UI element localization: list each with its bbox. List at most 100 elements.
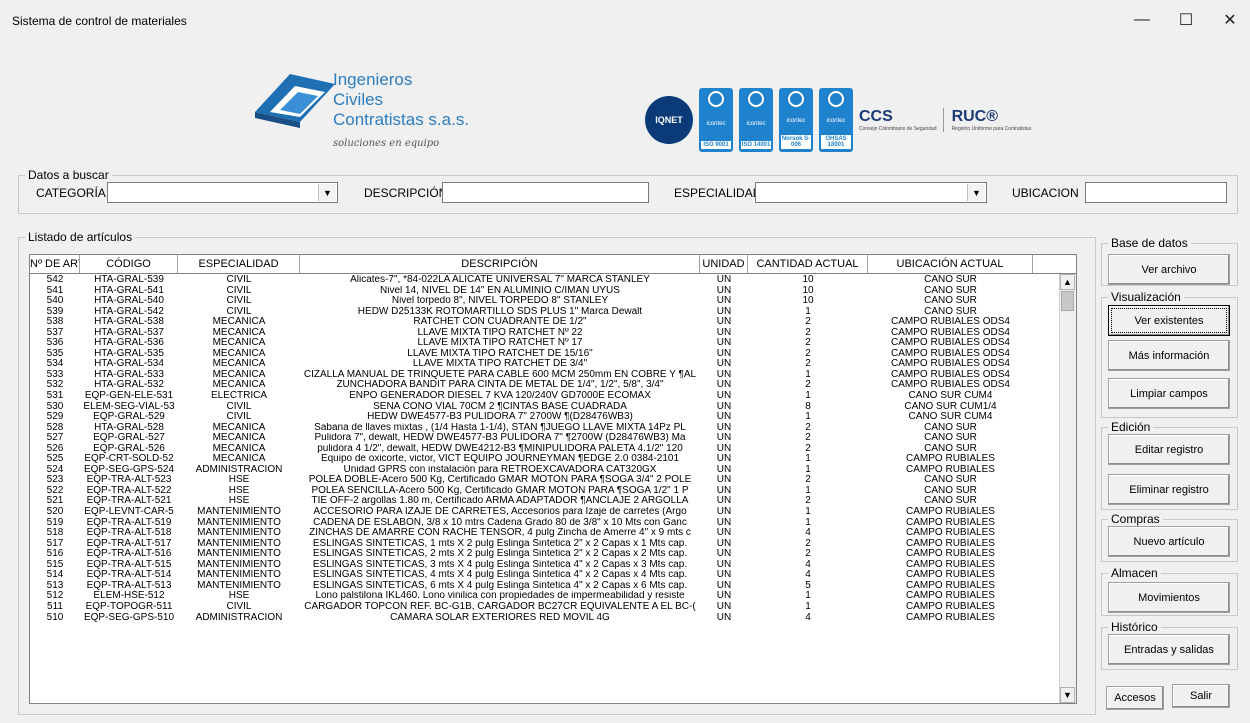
table-row[interactable]: 519 EQP-TRA-ALT-519 MANTENIMIENTO CADENA DE… (30, 518, 1076, 529)
table-row[interactable]: 527 EQP-GRAL-527 MECÁNICA Pulidora 7", dewa… (30, 433, 1076, 444)
cell-codigo: HTA-GRAL-533 (94, 369, 164, 380)
cell-num: 524 (46, 464, 64, 475)
cell-unidad: UN (716, 391, 732, 402)
table-row[interactable]: 533 HTA-GRAL-533 MECÁNICA CIZALLA MANUAL DE… (30, 370, 1076, 381)
categoria-combo[interactable]: ▼ (107, 182, 338, 203)
table-row[interactable]: 529 EQP-GRAL-529 CIVIL HEDW DWE4577-B3 PULI… (30, 412, 1076, 423)
cell-ubicacion: CAMPO RUBIALES (906, 559, 995, 570)
salir-button[interactable]: Salir (1172, 684, 1230, 708)
cell-num: 520 (46, 507, 64, 518)
col-header-num[interactable]: Nº DE ART (30, 255, 80, 273)
cell-codigo: EQP-SEG-GPS-510 (83, 612, 175, 623)
accesos-button[interactable]: Accesos (1106, 686, 1164, 710)
col-header-unidad[interactable]: UNIDAD (700, 255, 748, 273)
entradas-salidas-button[interactable]: Entradas y salidas (1108, 634, 1230, 665)
cell-codigo: HTA-GRAL-535 (94, 348, 164, 359)
chevron-down-icon[interactable]: ▼ (318, 184, 336, 201)
cell-descripcion: CARGADOR TOPCON REF. BC-G1B, CARGADOR BC… (304, 601, 696, 612)
cell-unidad: UN (716, 538, 732, 549)
descripcion-input[interactable] (442, 182, 649, 203)
table-row[interactable]: 525 EQP-CRT-SOLD-52 MECÁNICA Equipo de oxic… (30, 454, 1076, 465)
cell-codigo: HTA-GRAL-536 (94, 338, 164, 349)
table-row[interactable]: 520 EQP-LEVNT-CAR-5 MANTENIMIENTO ACCESORIO… (30, 507, 1076, 518)
mas-informacion-button[interactable]: Más información (1108, 340, 1230, 371)
cell-descripcion: ZUNCHADORA BANDIT PARA CINTA DE METAL DE… (336, 380, 664, 391)
cell-unidad: UN (716, 580, 732, 591)
articles-table[interactable]: Nº DE ART CÓDIGO ESPECIALIDAD DESCRIPCIÓ… (29, 254, 1077, 704)
table-row[interactable]: 522 EQP-TRA-ALT-522 HSE POLEA SENCILLA-Acer… (30, 486, 1076, 497)
table-row[interactable]: 530 ELEM-SEG-VIAL-53 CIVIL SENA CONO VIAL 7… (30, 402, 1076, 413)
cell-codigo: HTA-GRAL-538 (94, 317, 164, 328)
cell-num: 532 (46, 380, 64, 391)
chevron-down-icon[interactable]: ▼ (967, 184, 985, 201)
table-row[interactable]: 512 ELEM-HSE-512 HSE Lono palstilona IKL460… (30, 591, 1076, 602)
cell-num: 538 (46, 317, 64, 328)
cell-cantidad: 10 (802, 285, 814, 296)
col-header-descripcion[interactable]: DESCRIPCIÓN (300, 255, 700, 273)
table-row[interactable]: 531 EQP-GEN-ELE-531 ELÉCTRICA ENPO GENERADO… (30, 391, 1076, 402)
table-row[interactable]: 536 HTA-GRAL-536 MECÁNICA LLAVE MIXTA TIPO … (30, 338, 1076, 349)
close-button[interactable]: ✕ (1210, 8, 1250, 32)
ver-existentes-button[interactable]: Ver existentes (1108, 305, 1230, 336)
scroll-thumb[interactable] (1061, 291, 1074, 311)
table-row[interactable]: 537 HTA-GRAL-537 MECÁNICA LLAVE MIXTA TIPO … (30, 328, 1076, 339)
company-line1: Ingenieros (333, 70, 413, 89)
scroll-down-icon[interactable]: ▼ (1060, 687, 1075, 703)
cell-cantidad: 2 (805, 538, 811, 549)
cell-ubicacion: CAMPO RUBIALES (906, 454, 995, 465)
especialidad-combo[interactable]: ▼ (755, 182, 987, 203)
company-line3: Contratistas s.a.s. (333, 110, 470, 129)
cell-codigo: EQP-TRA-ALT-514 (86, 570, 172, 581)
table-row[interactable]: 518 EQP-TRA-ALT-518 MANTENIMIENTO ZINCHAS D… (30, 528, 1076, 539)
cell-especialidad: MECÁNICA (212, 454, 266, 465)
col-header-ubicacion[interactable]: UBICACIÓN ACTUAL (868, 255, 1033, 273)
table-row[interactable]: 514 EQP-TRA-ALT-514 MANTENIMIENTO ESLINGAS … (30, 570, 1076, 581)
table-row[interactable]: 511 EQP-TOPOGR-511 CIVIL CARGADOR TOPCON RE… (30, 602, 1076, 613)
eliminar-registro-button[interactable]: Eliminar registro (1108, 474, 1230, 505)
table-row[interactable]: 515 EQP-TRA-ALT-515 MANTENIMIENTO ESLINGAS … (30, 560, 1076, 571)
cell-descripcion: ESLINGAS SINTETICAS, 2 mts X 2 pulg Esli… (312, 549, 688, 560)
table-row[interactable]: 534 HTA-GRAL-534 MECÁNICA LLAVE MIXTA TIPO … (30, 359, 1076, 370)
movimientos-button[interactable]: Movimientos (1108, 582, 1230, 613)
cell-codigo: EQP-TRA-ALT-522 (86, 485, 172, 496)
table-row[interactable]: 540 HTA-GRAL-540 CIVIL Nivel torpedo 8", NI… (30, 296, 1076, 307)
cell-num: 541 (46, 285, 64, 296)
ubicacion-input[interactable] (1085, 182, 1227, 203)
table-row[interactable]: 521 EQP-TRA-ALT-521 HSE TIE OFF-2 argollas … (30, 496, 1076, 507)
table-row[interactable]: 539 HTA-GRAL-542 CIVIL HEDW D25133K ROTOMAR… (30, 307, 1076, 318)
table-row[interactable]: 526 EQP-GRAL-526 MECÁNICA pulidora 4 1/2", … (30, 444, 1076, 455)
cell-ubicacion: CAMPO RUBIALES ODS4 (891, 327, 1010, 338)
table-row[interactable]: 517 EQP-TRA-ALT-517 MANTENIMIENTO ESLINGAS … (30, 539, 1076, 550)
table-row[interactable]: 528 HTA-GRAL-528 MECÁNICA Sabana de llaves … (30, 423, 1076, 434)
table-row[interactable]: 532 HTA-GRAL-532 MECÁNICA ZUNCHADORA BANDIT… (30, 380, 1076, 391)
table-row[interactable]: 510 EQP-SEG-GPS-510 ADMINISTRACIÓN CAMARA S… (30, 613, 1076, 624)
table-row[interactable]: 542 HTA-GRAL-539 CIVIL Alicates-7", *84-022… (30, 275, 1076, 286)
table-row[interactable]: 516 EQP-TRA-ALT-516 MANTENIMIENTO ESLINGAS … (30, 549, 1076, 560)
editar-registro-button[interactable]: Editar registro (1108, 434, 1230, 465)
cell-ubicacion: CAMPO RUBIALES ODS4 (891, 369, 1010, 380)
ver-archivo-button[interactable]: Ver archivo (1108, 254, 1230, 285)
cell-num: 519 (46, 517, 64, 528)
col-header-cantidad[interactable]: CANTIDAD ACTUAL (748, 255, 868, 273)
table-row[interactable]: 535 HTA-GRAL-535 MECÁNICA LLAVE MIXTA TIPO … (30, 349, 1076, 360)
table-row[interactable]: 523 EQP-TRA-ALT-523 HSE POLEA DOBLE-Acero 5… (30, 475, 1076, 486)
cell-cantidad: 5 (805, 580, 811, 591)
table-row[interactable]: 538 HTA-GRAL-538 MECÁNICA RATCHET CON CUADR… (30, 317, 1076, 328)
maximize-button[interactable]: ☐ (1166, 8, 1206, 32)
minimize-button[interactable]: — (1122, 8, 1162, 32)
cell-descripcion: ESLINGAS SINTETICAS, 6 mts X 4 pulg Esli… (312, 580, 688, 591)
edicion-legend: Edición (1111, 420, 1151, 434)
col-header-codigo[interactable]: CÓDIGO (80, 255, 178, 273)
scroll-up-icon[interactable]: ▲ (1060, 274, 1075, 290)
table-row[interactable]: 541 HTA-GRAL-541 CIVIL Nivel 14, NIVEL DE 1… (30, 286, 1076, 297)
cell-descripcion: CIZALLA MANUAL DE TRINQUETE PARA CABLE 6… (303, 369, 697, 380)
col-header-especialidad[interactable]: ESPECIALIDAD (178, 255, 300, 273)
table-scrollbar[interactable]: ▲ ▼ (1059, 274, 1076, 703)
limpiar-campos-button[interactable]: Limpiar campos (1108, 378, 1230, 409)
cell-ubicacion: CAMPO RUBIALES (906, 601, 995, 612)
cell-codigo: EQP-TOPOGR-511 (85, 601, 173, 612)
table-row[interactable]: 524 EQP-SEG-GPS-524 ADMINISTRACIÓN Unidad G… (30, 465, 1076, 476)
cell-num: 530 (46, 401, 64, 412)
nuevo-articulo-button[interactable]: Nuevo artículo (1108, 526, 1230, 557)
table-row[interactable]: 513 EQP-TRA-ALT-513 MANTENIMIENTO ESLINGAS … (30, 581, 1076, 592)
